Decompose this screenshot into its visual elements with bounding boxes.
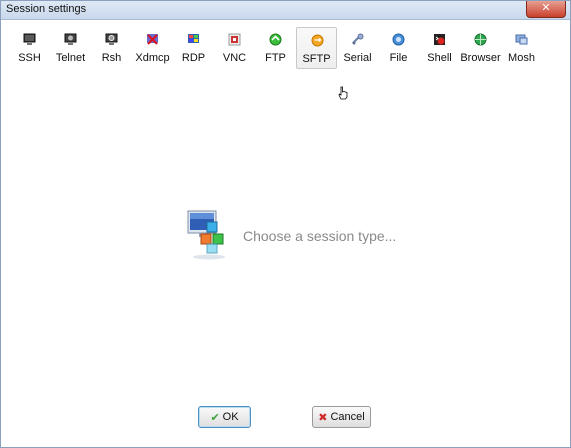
ok-button[interactable]: ✔ OK	[198, 406, 251, 428]
cancel-button[interactable]: ✖ Cancel	[312, 406, 371, 428]
session-type-vnc[interactable]: VNC	[214, 27, 255, 69]
rdp-icon	[188, 34, 199, 43]
session-type-ftp[interactable]: FTP	[255, 27, 296, 69]
shell-icon	[434, 34, 445, 45]
vnc-icon	[228, 33, 241, 46]
hand-pointer-icon	[338, 86, 348, 100]
session-settings-content: SSH Telnet Rsh Xdmcp RDP VNC FTP SFTP Se…	[1, 20, 570, 447]
cancel-button-label: Cancel	[330, 411, 365, 423]
cancel-x-icon: ✖	[318, 411, 328, 424]
session-type-rsh[interactable]: Rsh	[91, 27, 132, 69]
ok-button-label: OK	[222, 411, 239, 423]
session-type-ssh[interactable]: SSH	[9, 27, 50, 69]
session-type-file[interactable]: File	[378, 27, 419, 69]
session-type-rdp[interactable]: RDP	[173, 27, 214, 69]
session-type-browser[interactable]: Browser	[460, 27, 501, 69]
session-type-shell[interactable]: Shell	[419, 27, 460, 69]
choose-session-prompt: Choose a session type...	[243, 228, 397, 244]
session-type-mosh[interactable]: Mosh	[501, 27, 542, 69]
mosh-icon	[515, 34, 528, 45]
close-icon: ✕	[541, 2, 551, 14]
window-title: Session settings	[6, 3, 87, 15]
session-settings-window: Session settings ✕ SSH Telnet Rsh Xdmcp	[0, 0, 571, 448]
ftp-icon	[269, 33, 282, 46]
ssh-icon	[23, 33, 36, 45]
xdmcp-icon	[147, 34, 158, 45]
session-type-xdmcp[interactable]: Xdmcp	[132, 27, 173, 69]
telnet-icon	[64, 33, 77, 45]
session-types-illustration-icon	[187, 210, 225, 260]
close-button[interactable]: ✕	[526, 1, 566, 18]
file-icon	[392, 33, 405, 46]
checkmark-icon: ✔	[210, 411, 220, 424]
session-type-telnet[interactable]: Telnet	[50, 27, 91, 69]
session-type-toolbar: SSH Telnet Rsh Xdmcp RDP VNC FTP SFTP Se…	[9, 27, 542, 73]
sftp-icon	[311, 34, 324, 47]
title-bar[interactable]: Session settings ✕	[1, 1, 570, 20]
rsh-icon	[105, 33, 118, 45]
serial-icon	[352, 33, 364, 45]
browser-icon	[474, 33, 487, 46]
session-type-sftp[interactable]: SFTP	[296, 27, 337, 69]
session-type-serial[interactable]: Serial	[337, 27, 378, 69]
